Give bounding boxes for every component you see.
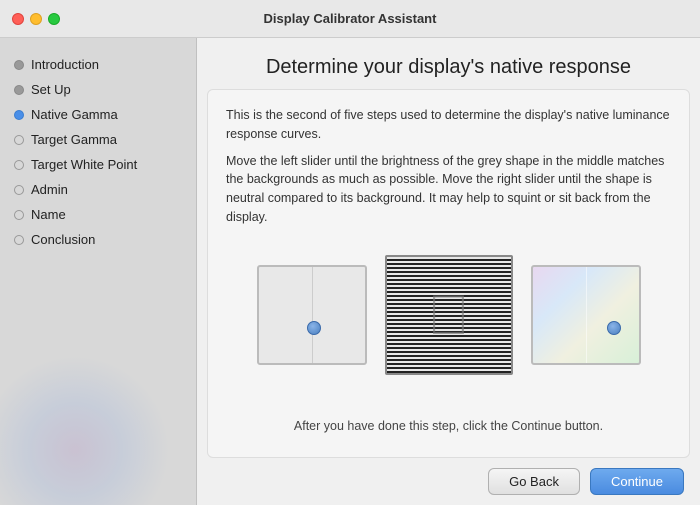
sidebar-label-target-white-point: Target White Point <box>31 157 137 172</box>
sidebar-dot-native-gamma <box>14 110 24 120</box>
go-back-button[interactable]: Go Back <box>488 468 580 495</box>
content-area: Determine your display's native response… <box>197 38 700 505</box>
right-slider-dot[interactable] <box>607 321 621 335</box>
window-title: Display Calibrator Assistant <box>264 11 437 26</box>
description-text: This is the second of five steps used to… <box>226 106 671 227</box>
title-bar: Display Calibrator Assistant <box>0 0 700 38</box>
close-button[interactable] <box>12 13 24 25</box>
sidebar-item-native-gamma[interactable]: Native Gamma <box>0 102 196 127</box>
apple-logo-icon:  <box>428 287 470 343</box>
left-slider-dot[interactable] <box>307 321 321 335</box>
sidebar-label-native-gamma: Native Gamma <box>31 107 118 122</box>
sidebar: Introduction Set Up Native Gamma Target … <box>0 38 197 505</box>
description-paragraph-2: Move the left slider until the brightnes… <box>226 152 671 227</box>
sidebar-item-target-gamma[interactable]: Target Gamma <box>0 127 196 152</box>
sidebar-item-conclusion[interactable]: Conclusion <box>0 227 196 252</box>
sidebar-dot-set-up <box>14 85 24 95</box>
calibration-images-row:  <box>226 255 671 375</box>
sidebar-item-admin[interactable]: Admin <box>0 177 196 202</box>
content-body: This is the second of five steps used to… <box>207 89 690 458</box>
sidebar-item-name[interactable]: Name <box>0 202 196 227</box>
sidebar-label-set-up: Set Up <box>31 82 71 97</box>
traffic-lights <box>12 13 60 25</box>
sidebar-dot-introduction <box>14 60 24 70</box>
page-title: Determine your display's native response <box>197 38 700 89</box>
sidebar-decoration <box>0 355 170 505</box>
sidebar-dot-name <box>14 210 24 220</box>
calibration-box-left <box>257 265 367 365</box>
sidebar-dot-target-white-point <box>14 160 24 170</box>
sidebar-label-introduction: Introduction <box>31 57 99 72</box>
sidebar-label-admin: Admin <box>31 182 68 197</box>
main-layout: Introduction Set Up Native Gamma Target … <box>0 38 700 505</box>
sidebar-dot-target-gamma <box>14 135 24 145</box>
sidebar-label-target-gamma: Target Gamma <box>31 132 117 147</box>
maximize-button[interactable] <box>48 13 60 25</box>
calibration-box-right <box>531 265 641 365</box>
sidebar-item-set-up[interactable]: Set Up <box>0 77 196 102</box>
sidebar-label-name: Name <box>31 207 66 222</box>
sidebar-item-target-white-point[interactable]: Target White Point <box>0 152 196 177</box>
continue-button[interactable]: Continue <box>590 468 684 495</box>
apple-logo-box:  <box>385 255 513 375</box>
sidebar-dot-conclusion <box>14 235 24 245</box>
description-paragraph-1: This is the second of five steps used to… <box>226 106 671 144</box>
sidebar-item-introduction[interactable]: Introduction <box>0 52 196 77</box>
bottom-bar: Go Back Continue <box>197 458 700 505</box>
sidebar-dot-admin <box>14 185 24 195</box>
minimize-button[interactable] <box>30 13 42 25</box>
sidebar-label-conclusion: Conclusion <box>31 232 95 247</box>
after-text: After you have done this step, click the… <box>226 419 671 441</box>
